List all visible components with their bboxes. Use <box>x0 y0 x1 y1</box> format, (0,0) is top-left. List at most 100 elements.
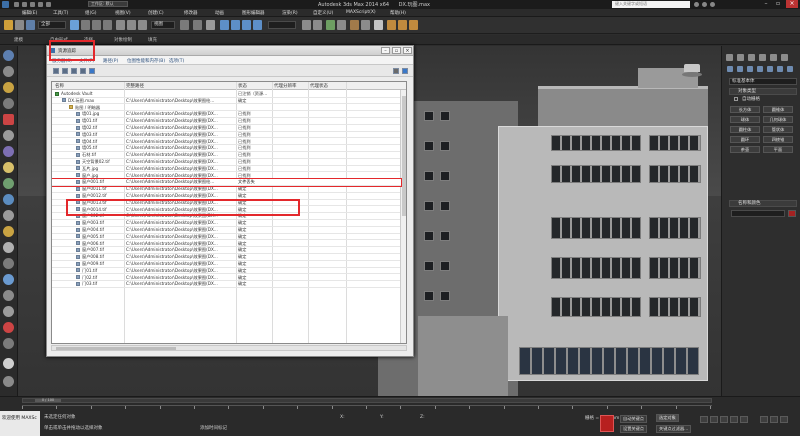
create-tab-icon[interactable] <box>726 54 733 61</box>
menu-animation[interactable]: 动画 <box>215 10 224 16</box>
key-filters-button[interactable]: 关键点过滤器... <box>656 425 692 433</box>
geometry-icon[interactable] <box>727 66 733 72</box>
table-row-selected[interactable]: 窗户001.tif C:\Users\Administrator\Desktop\… <box>52 178 402 187</box>
menu-edit[interactable]: 编辑(E) <box>22 10 37 16</box>
help-icon[interactable] <box>710 2 715 7</box>
plane-icon[interactable] <box>3 290 14 301</box>
torus-icon[interactable] <box>3 258 14 269</box>
menu-create[interactable]: 创建(C) <box>148 10 164 16</box>
dialog-menu-file[interactable]: 文件(F) <box>79 58 94 64</box>
mirror-icon[interactable] <box>302 20 311 30</box>
table-row[interactable]: 窗户004.tif C:\Users\Administrator\Desktop\… <box>52 227 401 234</box>
teapot-button[interactable]: 茶壶 <box>730 146 760 153</box>
table-row[interactable]: DX.玩图.max C:\Users\Administrator\Desktop\… <box>52 98 401 105</box>
menu-group[interactable]: 组(G) <box>85 10 97 16</box>
set-key-button[interactable] <box>600 415 614 432</box>
coord-x[interactable]: X: <box>340 415 345 420</box>
select-manipulate-icon[interactable] <box>193 20 202 30</box>
table-row[interactable]: 门01.tif C:\Users\Administrator\Desktop\效果… <box>52 268 401 275</box>
table-row[interactable]: 墙01.jpg C:\Users\Administrator\Desktop\效果… <box>52 111 401 118</box>
material-editor-icon[interactable] <box>374 20 383 30</box>
table-row[interactable]: 墙04.tif C:\Users\Administrator\Desktop\效果… <box>52 139 401 146</box>
expand-icon[interactable] <box>3 376 14 387</box>
render-production-icon[interactable] <box>409 20 418 30</box>
paint-icon[interactable] <box>3 146 14 157</box>
scale-icon[interactable] <box>138 20 147 30</box>
dialog-close-button[interactable]: × <box>403 47 412 54</box>
space-warps-icon[interactable] <box>777 66 783 72</box>
display-tab-icon[interactable] <box>770 54 777 61</box>
move-icon[interactable] <box>116 20 125 30</box>
vertical-scrollbar[interactable] <box>400 90 406 343</box>
info-icon[interactable] <box>402 68 408 74</box>
refresh-icon[interactable] <box>53 68 59 74</box>
named-selection-dropdown[interactable] <box>268 21 296 29</box>
ribbon-tab-modeling[interactable]: 建模 <box>14 37 23 43</box>
menu-help[interactable]: 帮助(H) <box>390 10 406 16</box>
percent-snap-icon[interactable] <box>242 20 251 30</box>
object-name-field[interactable] <box>731 210 785 217</box>
table-row[interactable]: 门03.tif C:\Users\Administrator\Desktop\效果… <box>52 281 401 288</box>
select-object-icon[interactable] <box>70 20 79 30</box>
light-icon[interactable] <box>3 162 14 173</box>
modify-tab-icon[interactable] <box>737 54 744 61</box>
helpers-icon[interactable] <box>767 66 773 72</box>
new-file-icon[interactable] <box>14 2 19 7</box>
table-row[interactable]: 门02.tif C:\Users\Administrator\Desktop\效果… <box>52 275 401 282</box>
ribbon-tab-object-paint[interactable]: 对象绘制 <box>114 37 132 43</box>
object-type-rollout[interactable]: 对象类型 <box>729 88 797 95</box>
hierarchy-tab-icon[interactable] <box>748 54 755 61</box>
tube-button[interactable]: 管状体 <box>763 126 793 133</box>
table-row[interactable]: 窗户002.tif C:\Users\Administrator\Desktop\… <box>52 213 401 220</box>
dialog-maximize-button[interactable]: ▫ <box>392 47 401 54</box>
horizontal-scrollbar[interactable] <box>51 345 407 351</box>
dialog-menu-server[interactable]: 服务器(S) <box>52 58 72 64</box>
tree-icon[interactable] <box>3 178 14 189</box>
redo-tool-icon[interactable] <box>15 20 24 30</box>
systems-icon[interactable] <box>787 66 793 72</box>
menu-graph-editors[interactable]: 图形编辑器 <box>242 10 265 16</box>
table-row[interactable]: 窗户0013.tif C:\Users\Administrator\Desktop… <box>52 200 401 207</box>
red-box-icon[interactable] <box>3 114 14 125</box>
menu-rendering[interactable]: 渲染(R) <box>282 10 298 16</box>
sun-icon[interactable] <box>3 82 14 93</box>
workspace-dropdown[interactable]: 工作区: 默认 <box>88 1 128 7</box>
object-color-swatch[interactable] <box>788 210 796 217</box>
particles-icon[interactable] <box>3 306 14 317</box>
cylinder-button[interactable]: 圆柱体 <box>730 126 760 133</box>
table-row[interactable]: 窗户0014.tif C:\Users\Administrator\Desktop… <box>52 207 401 214</box>
go-to-start-icon[interactable] <box>700 416 708 423</box>
table-row[interactable]: 窗户0011.tif C:\Users\Administrator\Desktop… <box>52 186 401 193</box>
schematic-view-icon[interactable] <box>361 20 370 30</box>
add-time-tag[interactable]: 添加时间标记 <box>200 425 227 431</box>
help-icon-dialog[interactable] <box>393 68 399 74</box>
time-slider-thumb[interactable]: 0 / 100 <box>35 398 61 402</box>
torus-button[interactable]: 圆环 <box>730 136 760 143</box>
pyramid-button[interactable]: 四棱锥 <box>763 136 793 143</box>
menu-modifiers[interactable]: 修改器 <box>184 10 198 16</box>
column-name[interactable]: 名称 <box>55 83 64 89</box>
minimize-button[interactable]: – <box>760 0 772 8</box>
highlight-editable-icon[interactable] <box>89 68 95 74</box>
reference-coordinate-dropdown[interactable]: 视图 <box>151 21 175 29</box>
open-file-icon[interactable] <box>22 2 27 7</box>
undo-icon[interactable] <box>38 2 43 7</box>
lights-icon[interactable] <box>747 66 753 72</box>
column-proxy-resolution[interactable]: 代理分辨率 <box>274 83 297 89</box>
render-setup-icon[interactable] <box>387 20 396 30</box>
helper-icon[interactable] <box>3 210 14 221</box>
table-row[interactable]: 瓦片.jpg C:\Users\Administrator\Desktop\效果图… <box>52 166 401 173</box>
name-and-color-rollout[interactable]: 名称和颜色 <box>729 200 797 207</box>
window-crossing-icon[interactable] <box>103 20 112 30</box>
search-input[interactable]: 键入关键字或短语 <box>612 1 690 8</box>
save-file-icon[interactable] <box>30 2 35 7</box>
table-row[interactable]: 窗户009.tif C:\Users\Administrator\Desktop\… <box>52 261 401 268</box>
go-to-end-icon[interactable] <box>740 416 748 423</box>
menu-maxscript[interactable]: MAXScript(X) <box>346 10 376 15</box>
close-button[interactable]: × <box>786 0 798 8</box>
app-logo-icon[interactable] <box>2 1 9 8</box>
dialog-menu-paths[interactable]: 路径(P) <box>103 58 118 64</box>
dialog-minimize-button[interactable]: – <box>381 47 390 54</box>
column-proxy-status[interactable]: 代理状态 <box>310 83 328 89</box>
pan-view-icon[interactable] <box>770 416 778 423</box>
